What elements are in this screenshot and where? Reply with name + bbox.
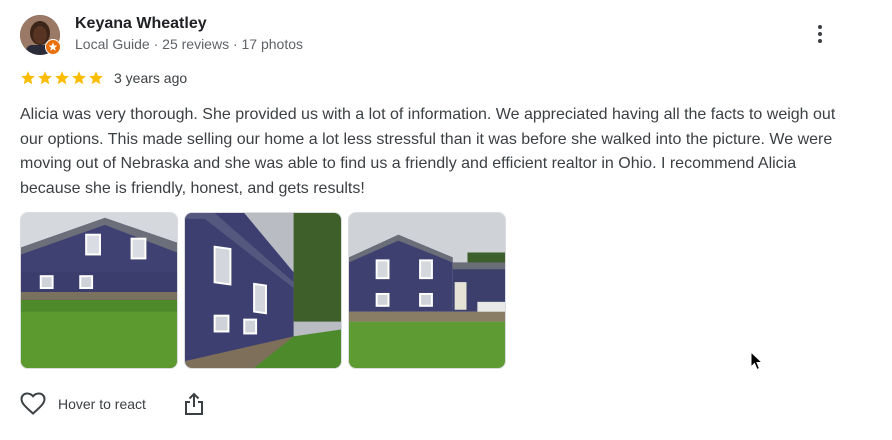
star-icon [55,71,69,85]
react-label: Hover to react [58,396,146,412]
review-time: 3 years ago [114,70,188,86]
local-guide-badge-icon [45,39,61,55]
react-button[interactable]: Hover to react [20,392,146,416]
star-icon [21,71,35,85]
mouse-cursor-icon [750,351,764,371]
star-icon [72,71,86,85]
heart-outline-icon [20,392,46,415]
review-actions: Hover to react [20,390,204,418]
review-photo-2[interactable] [184,212,342,369]
reviewer-name[interactable]: Keyana Wheatley [75,15,207,33]
more-options-icon[interactable] [810,23,830,47]
review-card: Keyana Wheatley Local Guide · 25 reviews… [20,13,860,415]
share-icon [184,392,203,415]
reviewer-meta: Local Guide · 25 reviews · 17 photos [75,36,304,52]
review-photo-3[interactable] [348,212,506,369]
review-photo-1[interactable] [20,212,178,369]
review-header: Keyana Wheatley Local Guide · 25 reviews… [20,13,860,57]
star-icon [38,71,52,85]
star-icon [89,71,103,85]
star-rating [20,70,104,86]
review-text: Alicia was very thorough. She provided u… [20,106,836,197]
share-button[interactable] [184,392,204,416]
review-photos [20,212,506,369]
rating-row: 3 years ago [20,68,187,88]
